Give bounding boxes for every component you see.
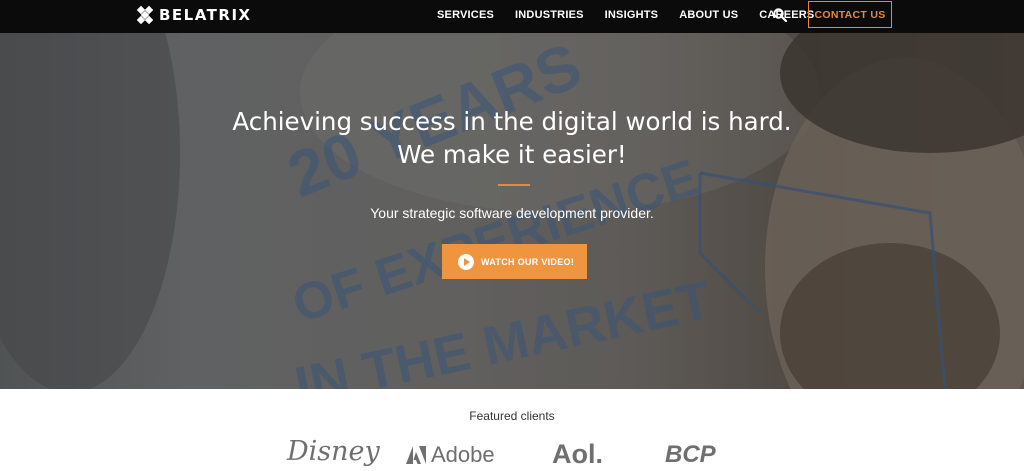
hero-headline-line2: We make it easier! bbox=[397, 140, 627, 169]
watch-video-button[interactable]: WATCH OUR VIDEO! bbox=[442, 244, 587, 279]
hero-section: 20 YEARS OF EXPERIENCE IN THE MARKET Ach… bbox=[0, 33, 1024, 389]
hero-headline-line1: Achieving success in the digital world i… bbox=[232, 107, 792, 136]
nav-item-about-us[interactable]: ABOUT US bbox=[679, 9, 738, 21]
search-icon[interactable] bbox=[773, 8, 787, 22]
top-navbar: BELATRIX SERVICES INDUSTRIES INSIGHTS AB… bbox=[0, 0, 1024, 33]
nav-item-industries[interactable]: INDUSTRIES bbox=[515, 9, 584, 21]
client-logos: Disney Adobe Aol. BCP bbox=[0, 436, 1024, 471]
client-logo-bcp: BCP bbox=[665, 441, 716, 468]
nav-item-insights[interactable]: INSIGHTS bbox=[605, 9, 659, 21]
contact-us-button[interactable]: CONTACT US bbox=[808, 1, 892, 28]
featured-clients-title: Featured clients bbox=[469, 409, 555, 423]
logo-mark-icon bbox=[136, 5, 155, 25]
play-icon bbox=[458, 253, 474, 270]
watch-video-label: WATCH OUR VIDEO! bbox=[481, 256, 575, 267]
client-logo-disney: Disney bbox=[287, 436, 380, 467]
brand-name: BELATRIX bbox=[159, 6, 252, 24]
client-logo-adobe: Adobe bbox=[406, 442, 495, 468]
headline-divider bbox=[498, 184, 530, 186]
client-logo-aol: Aol. bbox=[552, 439, 603, 469]
adobe-icon bbox=[406, 446, 426, 464]
adobe-wordmark: Adobe bbox=[431, 442, 495, 467]
hero-subheadline: Your strategic software development prov… bbox=[370, 205, 654, 221]
brand-logo[interactable]: BELATRIX bbox=[136, 4, 252, 26]
nav-item-services[interactable]: SERVICES bbox=[437, 9, 494, 21]
